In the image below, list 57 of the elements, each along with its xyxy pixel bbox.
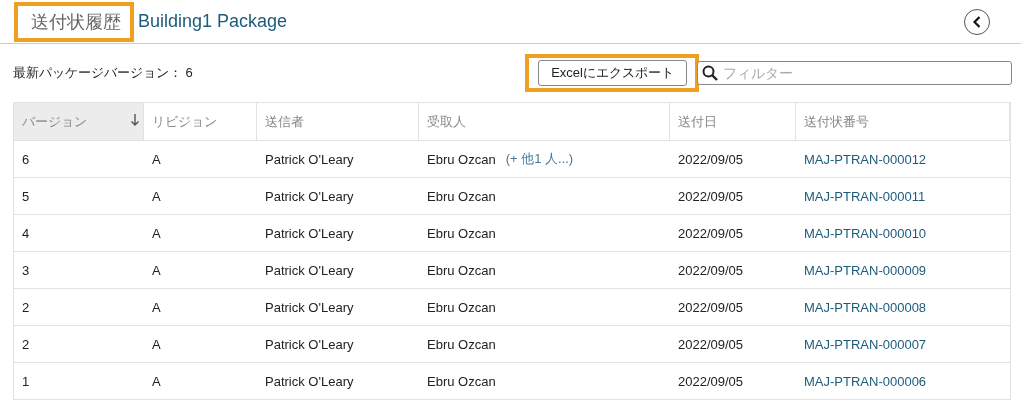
column-header[interactable]: 送信者 bbox=[257, 103, 419, 141]
version-cell: 2 bbox=[14, 289, 144, 326]
version-cell: 3 bbox=[14, 252, 144, 289]
version-cell: 4 bbox=[14, 215, 144, 252]
sender-cell: Patrick O'Leary bbox=[257, 178, 419, 215]
transmittal-number-link[interactable]: MAJ-PTRAN-000010 bbox=[804, 225, 927, 241]
version-cell: 6 bbox=[14, 141, 144, 178]
recipient-name: Ebru Ozcan bbox=[427, 262, 496, 278]
recipient-name: Ebru Ozcan bbox=[427, 336, 496, 352]
revision-cell: A bbox=[144, 178, 257, 215]
sender-cell: Patrick O'Leary bbox=[257, 363, 419, 400]
version-cell: 1 bbox=[14, 363, 144, 400]
sender-cell: Patrick O'Leary bbox=[257, 326, 419, 363]
chevron-left-icon bbox=[973, 15, 981, 28]
date-cell: 2022/09/05 bbox=[670, 141, 796, 178]
transmittal-number-link[interactable]: MAJ-PTRAN-000006 bbox=[804, 373, 927, 389]
date-cell: 2022/09/05 bbox=[670, 215, 796, 252]
recipient-name: Ebru Ozcan bbox=[427, 151, 496, 167]
revision-cell: A bbox=[144, 252, 257, 289]
more-recipients-link[interactable]: (+ 他1 人...) bbox=[505, 150, 574, 168]
sender-cell: Patrick O'Leary bbox=[257, 215, 419, 252]
search-icon bbox=[702, 65, 718, 81]
date-cell: 2022/09/05 bbox=[670, 252, 796, 289]
date-cell: 2022/09/05 bbox=[670, 326, 796, 363]
sender-cell: Patrick O'Leary bbox=[257, 141, 419, 178]
export-button[interactable]: Excelにエクスポート bbox=[538, 60, 687, 86]
column-header[interactable]: 送付状番号 bbox=[796, 103, 1010, 141]
sort-down-icon bbox=[131, 114, 139, 126]
column-header[interactable]: 受取人 bbox=[419, 103, 670, 141]
transmittal-number-link[interactable]: MAJ-PTRAN-000009 bbox=[804, 262, 927, 278]
revision-cell: A bbox=[144, 215, 257, 252]
transmittal-number-link[interactable]: MAJ-PTRAN-000012 bbox=[804, 151, 927, 167]
transmittal-number-link[interactable]: MAJ-PTRAN-000011 bbox=[804, 188, 926, 204]
column-header[interactable]: リビジョン bbox=[144, 103, 257, 141]
page-title: 送付状履歴 bbox=[14, 1, 134, 42]
package-link[interactable]: Building1 Package bbox=[138, 11, 288, 32]
sender-cell: Patrick O'Leary bbox=[257, 252, 419, 289]
revision-cell: A bbox=[144, 141, 257, 178]
recipient-name: Ebru Ozcan bbox=[427, 373, 496, 389]
sender-cell: Patrick O'Leary bbox=[257, 289, 419, 326]
revision-cell: A bbox=[144, 363, 257, 400]
revision-cell: A bbox=[144, 289, 257, 326]
date-cell: 2022/09/05 bbox=[670, 289, 796, 326]
filter-field[interactable]: フィルター bbox=[697, 61, 1012, 85]
version-cell: 2 bbox=[14, 326, 144, 363]
latest-version-label: 最新パッケージバージョン： 6 bbox=[13, 64, 193, 82]
date-cell: 2022/09/05 bbox=[670, 178, 796, 215]
revision-cell: A bbox=[144, 326, 257, 363]
recipient-name: Ebru Ozcan bbox=[427, 225, 496, 241]
recipient-name: Ebru Ozcan bbox=[427, 188, 496, 204]
transmittal-number-link[interactable]: MAJ-PTRAN-000007 bbox=[804, 336, 927, 352]
transmittal-number-link[interactable]: MAJ-PTRAN-000008 bbox=[804, 299, 927, 315]
column-header[interactable]: 送付日 bbox=[670, 103, 796, 141]
version-cell: 5 bbox=[14, 178, 144, 215]
back-button[interactable] bbox=[964, 8, 990, 35]
recipient-name: Ebru Ozcan bbox=[427, 299, 496, 315]
date-cell: 2022/09/05 bbox=[670, 363, 796, 400]
